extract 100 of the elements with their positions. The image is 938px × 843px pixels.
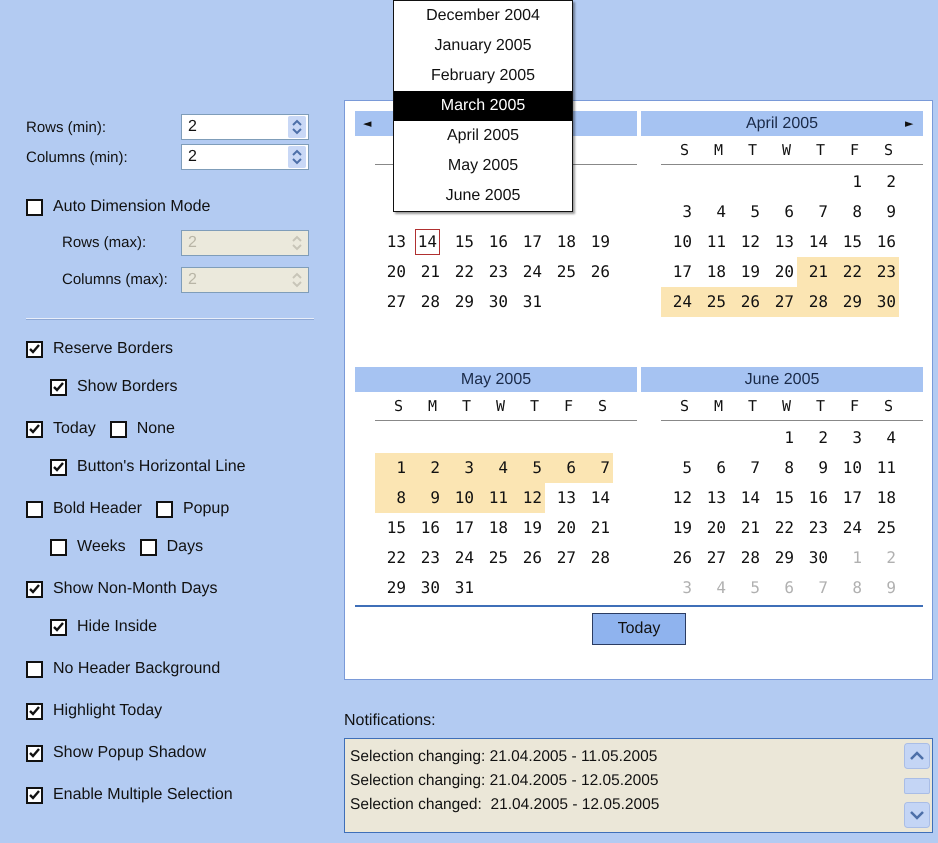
today-button[interactable]: Today xyxy=(592,613,686,645)
calendar-day[interactable]: 13 xyxy=(375,227,409,257)
calendar-day[interactable]: 17 xyxy=(511,227,545,257)
calendar-day[interactable]: 23 xyxy=(797,513,831,543)
calendar-day[interactable]: 2 xyxy=(865,167,899,197)
month-title[interactable]: June 2005 xyxy=(659,370,905,388)
scroll-thumb[interactable] xyxy=(904,778,930,794)
next-month-arrow[interactable]: ► xyxy=(905,117,915,130)
month-option[interactable]: April 2005 xyxy=(394,121,572,151)
checkbox[interactable]: Show Borders xyxy=(50,378,178,396)
calendar-day[interactable]: 20 xyxy=(695,513,729,543)
calendar-day[interactable]: 17 xyxy=(831,483,865,513)
calendar-day[interactable]: 10 xyxy=(831,453,865,483)
calendar-day[interactable]: 4 xyxy=(477,453,511,483)
calendar-day[interactable]: 19 xyxy=(511,513,545,543)
checkbox[interactable]: Enable Multiple Selection xyxy=(26,786,233,804)
calendar-day[interactable]: 13 xyxy=(695,483,729,513)
calendar-day[interactable]: 7 xyxy=(729,453,763,483)
calendar-day[interactable]: 27 xyxy=(545,543,579,573)
calendar-day[interactable]: 13 xyxy=(763,227,797,257)
month-option[interactable]: June 2005 xyxy=(394,181,572,211)
calendar-day[interactable]: 21 xyxy=(409,257,443,287)
calendar-day[interactable]: 4 xyxy=(865,423,899,453)
calendar-day[interactable]: 16 xyxy=(477,227,511,257)
calendar-day[interactable]: 12 xyxy=(661,483,695,513)
calendar-day[interactable]: 20 xyxy=(545,513,579,543)
calendar-day[interactable]: 30 xyxy=(409,573,443,603)
month-option[interactable]: February 2005 xyxy=(394,61,572,91)
calendar-day[interactable]: 29 xyxy=(443,287,477,317)
checkbox[interactable]: Show Popup Shadow xyxy=(26,744,206,762)
calendar-day[interactable]: 20 xyxy=(375,257,409,287)
calendar-day[interactable]: 16 xyxy=(797,483,831,513)
calendar-day[interactable]: 15 xyxy=(763,483,797,513)
calendar-day[interactable]: 9 xyxy=(797,453,831,483)
calendar-day[interactable]: 22 xyxy=(375,543,409,573)
calendar-day[interactable]: 27 xyxy=(763,287,797,317)
calendar-day[interactable]: 14 xyxy=(414,229,440,255)
scroll-up-icon[interactable] xyxy=(904,743,930,769)
calendar-day[interactable]: 22 xyxy=(763,513,797,543)
calendar-day[interactable]: 23 xyxy=(865,257,899,287)
calendar-day[interactable]: 18 xyxy=(477,513,511,543)
checkbox[interactable]: Auto Dimension Mode xyxy=(26,198,210,216)
calendar-day[interactable]: 18 xyxy=(695,257,729,287)
checkbox[interactable]: Today xyxy=(26,420,96,438)
calendar-day[interactable]: 10 xyxy=(661,227,695,257)
calendar-day[interactable]: 25 xyxy=(865,513,899,543)
checkbox[interactable]: Show Non-Month Days xyxy=(26,580,218,598)
month-option[interactable]: May 2005 xyxy=(394,151,572,181)
calendar-day[interactable]: 15 xyxy=(375,513,409,543)
calendar-day[interactable]: 14 xyxy=(579,483,613,513)
month-option[interactable]: March 2005 xyxy=(394,91,572,121)
calendar-day[interactable]: 2 xyxy=(797,423,831,453)
calendar-day[interactable]: 22 xyxy=(443,257,477,287)
calendar-day[interactable]: 18 xyxy=(865,483,899,513)
calendar-day[interactable]: 27 xyxy=(375,287,409,317)
calendar-day[interactable]: 6 xyxy=(763,197,797,227)
calendar-day[interactable]: 27 xyxy=(695,543,729,573)
calendar-day[interactable]: 31 xyxy=(511,287,545,317)
calendar-day[interactable]: 17 xyxy=(661,257,695,287)
calendar-day[interactable]: 15 xyxy=(443,227,477,257)
calendar-day[interactable]: 31 xyxy=(443,573,477,603)
calendar-day[interactable]: 17 xyxy=(443,513,477,543)
calendar-day[interactable]: 24 xyxy=(661,287,695,317)
calendar-day[interactable]: 19 xyxy=(579,227,613,257)
calendar-day[interactable]: 11 xyxy=(477,483,511,513)
calendar-day[interactable]: 23 xyxy=(477,257,511,287)
checkbox[interactable]: Days xyxy=(140,538,204,556)
calendar-day[interactable]: 15 xyxy=(831,227,865,257)
calendar-day[interactable]: 1 xyxy=(375,453,409,483)
calendar-day[interactable]: 5 xyxy=(729,197,763,227)
calendar-day[interactable]: 29 xyxy=(831,287,865,317)
calendar-day[interactable]: 7 xyxy=(797,197,831,227)
checkbox[interactable]: Hide Inside xyxy=(50,618,158,636)
calendar-day[interactable]: 8 xyxy=(831,197,865,227)
checkbox[interactable]: Reserve Borders xyxy=(26,340,174,358)
calendar-day[interactable]: 8 xyxy=(763,453,797,483)
checkbox[interactable]: Weeks xyxy=(50,538,126,556)
checkbox[interactable]: Button's Horizontal Line xyxy=(50,458,246,476)
calendar-day[interactable]: 26 xyxy=(729,287,763,317)
calendar-day[interactable]: 30 xyxy=(865,287,899,317)
calendar-day[interactable]: 21 xyxy=(579,513,613,543)
calendar-day[interactable]: 4 xyxy=(695,197,729,227)
calendar-day[interactable]: 30 xyxy=(477,287,511,317)
month-title[interactable]: April 2005 xyxy=(659,114,905,132)
calendar-day[interactable]: 6 xyxy=(545,453,579,483)
calendar-day[interactable]: 25 xyxy=(477,543,511,573)
calendar-day[interactable]: 24 xyxy=(511,257,545,287)
calendar-day[interactable]: 2 xyxy=(409,453,443,483)
checkbox[interactable]: Bold Header xyxy=(26,500,142,518)
calendar-day[interactable]: 28 xyxy=(579,543,613,573)
calendar-day[interactable]: 3 xyxy=(661,197,695,227)
calendar-day[interactable]: 20 xyxy=(763,257,797,287)
calendar-day[interactable]: 21 xyxy=(797,257,831,287)
calendar-day[interactable]: 3 xyxy=(443,453,477,483)
calendar-day[interactable]: 25 xyxy=(545,257,579,287)
checkbox[interactable]: None xyxy=(110,420,175,438)
calendar-day[interactable]: 9 xyxy=(865,197,899,227)
calendar-day[interactable]: 28 xyxy=(409,287,443,317)
calendar-day[interactable]: 30 xyxy=(797,543,831,573)
spin-arrows-icon[interactable] xyxy=(288,146,306,168)
